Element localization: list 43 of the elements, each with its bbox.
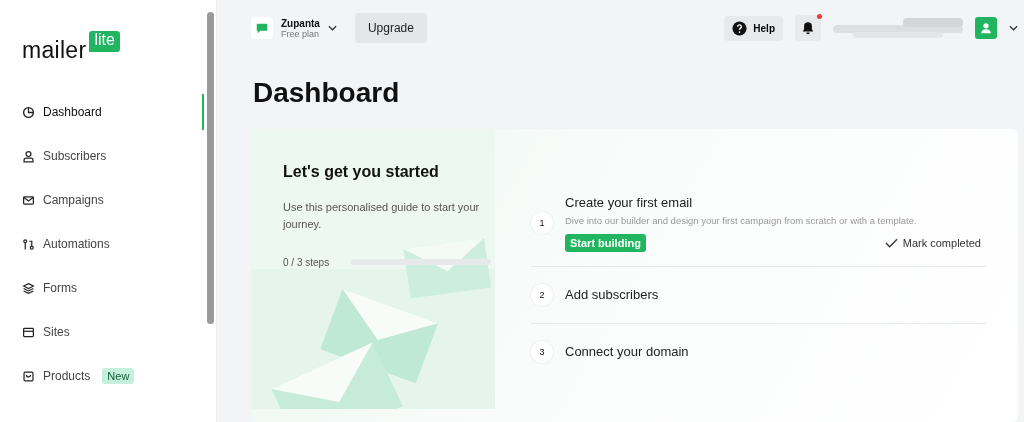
step-number: 3	[531, 340, 553, 363]
envelope-icon	[22, 193, 35, 207]
sidebar-item[interactable]: Campaigns	[0, 178, 216, 222]
sidebar-item[interactable]: Dashboard	[0, 90, 216, 134]
step-number: 1	[531, 212, 553, 235]
pie-chart-icon	[22, 105, 35, 119]
step-description: Dive into our builder and design your first campaign from scratch or with a template.	[565, 214, 918, 226]
step-number: 2	[531, 283, 553, 306]
sidebar-item[interactable]: Automations	[0, 222, 216, 266]
scrollbar[interactable]	[207, 12, 214, 324]
bag-icon	[22, 369, 35, 383]
check-icon	[884, 237, 898, 248]
progress-label: 0 / 3 steps	[283, 256, 330, 268]
step-title[interactable]: Connect your domain	[565, 344, 986, 360]
window-icon	[22, 325, 35, 339]
chevron-down-icon[interactable]	[1009, 25, 1018, 32]
help-button[interactable]: Help	[724, 15, 783, 41]
upgrade-button[interactable]: Upgrade	[354, 13, 427, 44]
account-switcher[interactable]: Zupanta Free plan	[251, 17, 337, 40]
guide-title: Let's get you started	[283, 162, 440, 181]
layers-icon	[22, 281, 35, 295]
chat-bubble-icon	[251, 17, 273, 40]
person-icon	[22, 149, 35, 163]
sidebar-item[interactable]: Forms	[0, 266, 216, 310]
logo-wordmark: mailer	[22, 39, 87, 62]
logo-badge: lite	[89, 31, 120, 52]
sidebar-item[interactable]: Subscribers	[0, 134, 216, 178]
notifications-button[interactable]	[795, 15, 821, 42]
account-name: Zupanta	[281, 17, 320, 29]
chevron-down-icon	[327, 25, 337, 32]
new-badge: New	[102, 368, 135, 384]
mark-completed-button[interactable]: Mark completed	[884, 236, 986, 249]
branch-icon	[22, 237, 35, 251]
avatar-icon[interactable]	[975, 17, 997, 40]
sidebar-item[interactable]: Products New	[0, 354, 216, 398]
question-icon	[732, 20, 748, 36]
page-title: Dashboard	[253, 76, 401, 109]
bell-icon	[801, 21, 815, 36]
account-plan: Free plan	[281, 28, 320, 39]
guide-description: Use this personalised guide to start your journey.	[283, 199, 481, 232]
step-title[interactable]: Add subscribers	[565, 287, 986, 303]
step-title[interactable]: Create your first email	[565, 194, 986, 210]
sidebar-item[interactable]: Sites	[0, 310, 216, 354]
